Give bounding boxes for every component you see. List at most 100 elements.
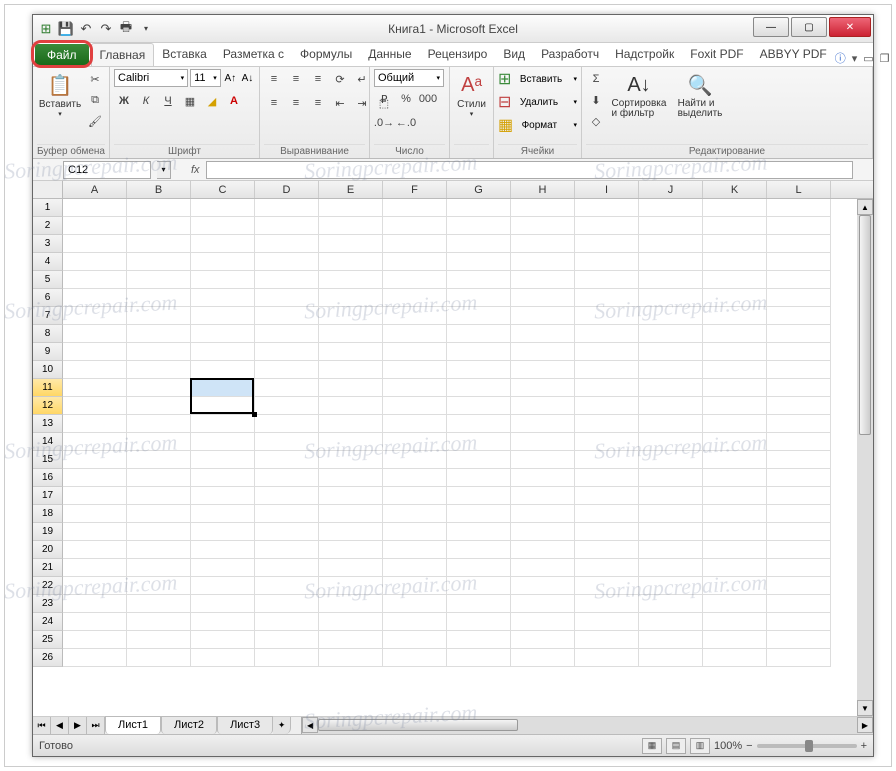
tab-надстройк[interactable]: Надстройк xyxy=(607,43,682,66)
cell-A11[interactable] xyxy=(63,379,127,397)
cell-B16[interactable] xyxy=(127,469,191,487)
font-name-select[interactable]: Calibri▾ xyxy=(114,69,188,87)
cell-K6[interactable] xyxy=(703,289,767,307)
cell-E13[interactable] xyxy=(319,415,383,433)
cell-E9[interactable] xyxy=(319,343,383,361)
cell-K1[interactable] xyxy=(703,199,767,217)
cell-E15[interactable] xyxy=(319,451,383,469)
cell-H19[interactable] xyxy=(511,523,575,541)
cell-B26[interactable] xyxy=(127,649,191,667)
cell-J26[interactable] xyxy=(639,649,703,667)
cell-K11[interactable] xyxy=(703,379,767,397)
cell-K15[interactable] xyxy=(703,451,767,469)
cell-H17[interactable] xyxy=(511,487,575,505)
cell-J23[interactable] xyxy=(639,595,703,613)
cell-E17[interactable] xyxy=(319,487,383,505)
cell-K26[interactable] xyxy=(703,649,767,667)
cell-C8[interactable] xyxy=(191,325,255,343)
cell-F22[interactable] xyxy=(383,577,447,595)
row-header-9[interactable]: 9 xyxy=(33,343,63,361)
column-header-G[interactable]: G xyxy=(447,181,511,198)
cell-A22[interactable] xyxy=(63,577,127,595)
cell-F17[interactable] xyxy=(383,487,447,505)
cell-H20[interactable] xyxy=(511,541,575,559)
cell-H11[interactable] xyxy=(511,379,575,397)
page-layout-view-button[interactable]: ▤ xyxy=(666,738,686,754)
cell-D15[interactable] xyxy=(255,451,319,469)
cell-D1[interactable] xyxy=(255,199,319,217)
cell-B1[interactable] xyxy=(127,199,191,217)
cell-I15[interactable] xyxy=(575,451,639,469)
row-header-2[interactable]: 2 xyxy=(33,217,63,235)
cell-L3[interactable] xyxy=(767,235,831,253)
cell-K21[interactable] xyxy=(703,559,767,577)
formula-input[interactable] xyxy=(206,161,853,179)
cell-K2[interactable] xyxy=(703,217,767,235)
cell-D25[interactable] xyxy=(255,631,319,649)
cell-G2[interactable] xyxy=(447,217,511,235)
cell-E6[interactable] xyxy=(319,289,383,307)
row-header-17[interactable]: 17 xyxy=(33,487,63,505)
cell-L11[interactable] xyxy=(767,379,831,397)
cell-H9[interactable] xyxy=(511,343,575,361)
row-header-16[interactable]: 16 xyxy=(33,469,63,487)
row-header-24[interactable]: 24 xyxy=(33,613,63,631)
cell-E7[interactable] xyxy=(319,307,383,325)
cell-H15[interactable] xyxy=(511,451,575,469)
cell-J12[interactable] xyxy=(639,397,703,415)
cell-G1[interactable] xyxy=(447,199,511,217)
new-sheet-button[interactable]: ✦ xyxy=(273,717,291,734)
print-preview-icon[interactable]: 🖶 xyxy=(117,20,135,38)
row-header-13[interactable]: 13 xyxy=(33,415,63,433)
worksheet-grid[interactable]: ABCDEFGHIJKL 123456789101112131415161718… xyxy=(33,181,873,716)
cell-D3[interactable] xyxy=(255,235,319,253)
cell-L14[interactable] xyxy=(767,433,831,451)
cell-D4[interactable] xyxy=(255,253,319,271)
cell-K8[interactable] xyxy=(703,325,767,343)
cell-F9[interactable] xyxy=(383,343,447,361)
cell-B20[interactable] xyxy=(127,541,191,559)
cell-A5[interactable] xyxy=(63,271,127,289)
cell-G16[interactable] xyxy=(447,469,511,487)
tab-разработч[interactable]: Разработч xyxy=(533,43,607,66)
cell-D14[interactable] xyxy=(255,433,319,451)
vscroll-thumb[interactable] xyxy=(859,215,871,435)
row-header-22[interactable]: 22 xyxy=(33,577,63,595)
find-select-button[interactable]: 🔍 Найти и выделить xyxy=(672,69,728,121)
cell-B18[interactable] xyxy=(127,505,191,523)
cell-K19[interactable] xyxy=(703,523,767,541)
row-header-21[interactable]: 21 xyxy=(33,559,63,577)
paste-button[interactable]: 📋 Вставить ▾ xyxy=(37,69,83,120)
tab-данные[interactable]: Данные xyxy=(360,43,419,66)
cell-C2[interactable] xyxy=(191,217,255,235)
hscroll-thumb[interactable] xyxy=(318,719,518,731)
cell-D8[interactable] xyxy=(255,325,319,343)
cell-D20[interactable] xyxy=(255,541,319,559)
cell-B3[interactable] xyxy=(127,235,191,253)
cell-L24[interactable] xyxy=(767,613,831,631)
cell-J18[interactable] xyxy=(639,505,703,523)
help-dropdown-icon[interactable]: ▾ xyxy=(852,52,858,65)
cell-L16[interactable] xyxy=(767,469,831,487)
cell-B19[interactable] xyxy=(127,523,191,541)
cell-B5[interactable] xyxy=(127,271,191,289)
cell-D5[interactable] xyxy=(255,271,319,289)
cell-C18[interactable] xyxy=(191,505,255,523)
column-header-B[interactable]: B xyxy=(127,181,191,198)
cell-H4[interactable] xyxy=(511,253,575,271)
cell-B25[interactable] xyxy=(127,631,191,649)
row-header-8[interactable]: 8 xyxy=(33,325,63,343)
name-box-dropdown[interactable]: ▾ xyxy=(157,161,171,179)
cell-H8[interactable] xyxy=(511,325,575,343)
shrink-font-icon[interactable]: A↓ xyxy=(240,70,255,86)
align-left-icon[interactable]: ≡ xyxy=(264,93,284,113)
cell-F23[interactable] xyxy=(383,595,447,613)
cell-I1[interactable] xyxy=(575,199,639,217)
cell-E23[interactable] xyxy=(319,595,383,613)
cell-A26[interactable] xyxy=(63,649,127,667)
cell-D17[interactable] xyxy=(255,487,319,505)
fx-button[interactable]: fx xyxy=(191,164,200,176)
cell-L18[interactable] xyxy=(767,505,831,523)
cell-B23[interactable] xyxy=(127,595,191,613)
cell-I12[interactable] xyxy=(575,397,639,415)
